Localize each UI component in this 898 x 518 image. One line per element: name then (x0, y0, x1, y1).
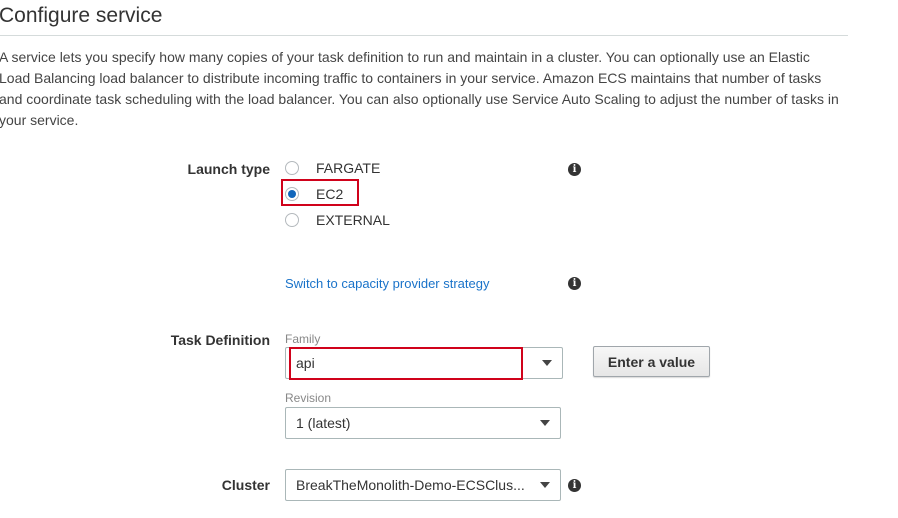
task-definition-label: Task Definition (170, 332, 270, 348)
family-select[interactable]: api (285, 347, 563, 379)
launch-type-info-icon[interactable]: i (568, 163, 581, 176)
cluster-info-icon[interactable]: i (568, 479, 581, 492)
switch-capacity-provider-link[interactable]: Switch to capacity provider strategy (285, 276, 489, 291)
title-divider (0, 35, 848, 36)
external-radio[interactable] (285, 213, 299, 227)
revision-label: Revision (285, 391, 332, 405)
radio-option-fargate[interactable]: FARGATE (285, 158, 380, 178)
page-description: A service lets you specify how many copi… (0, 49, 839, 128)
ec2-label: EC2 (316, 186, 344, 202)
page-title: Configure service (0, 4, 163, 27)
chevron-down-icon (540, 420, 550, 426)
external-label: EXTERNAL (316, 212, 390, 228)
family-label: Family (285, 332, 321, 346)
cluster-value: BreakTheMonolith-Demo-ECSClus... (296, 477, 525, 493)
fargate-radio[interactable] (285, 161, 299, 175)
configure-service-page: Configure service A service lets you spe… (0, 0, 898, 518)
revision-value: 1 (latest) (296, 415, 351, 431)
ec2-radio[interactable] (285, 187, 299, 201)
radio-option-ec2[interactable]: EC2 (285, 184, 343, 204)
radio-option-external[interactable]: EXTERNAL (285, 210, 390, 230)
fargate-label: FARGATE (316, 160, 381, 176)
cluster-select[interactable]: BreakTheMonolith-Demo-ECSClus... (285, 469, 561, 501)
cluster-label: Cluster (221, 477, 270, 493)
chevron-down-icon (542, 360, 552, 366)
capacity-provider-info-icon[interactable]: i (568, 277, 581, 290)
family-value: api (296, 355, 315, 371)
revision-select[interactable]: 1 (latest) (285, 407, 561, 439)
chevron-down-icon (540, 482, 550, 488)
launch-type-label: Launch type (187, 161, 270, 177)
enter-a-value-button[interactable]: Enter a value (593, 346, 710, 377)
